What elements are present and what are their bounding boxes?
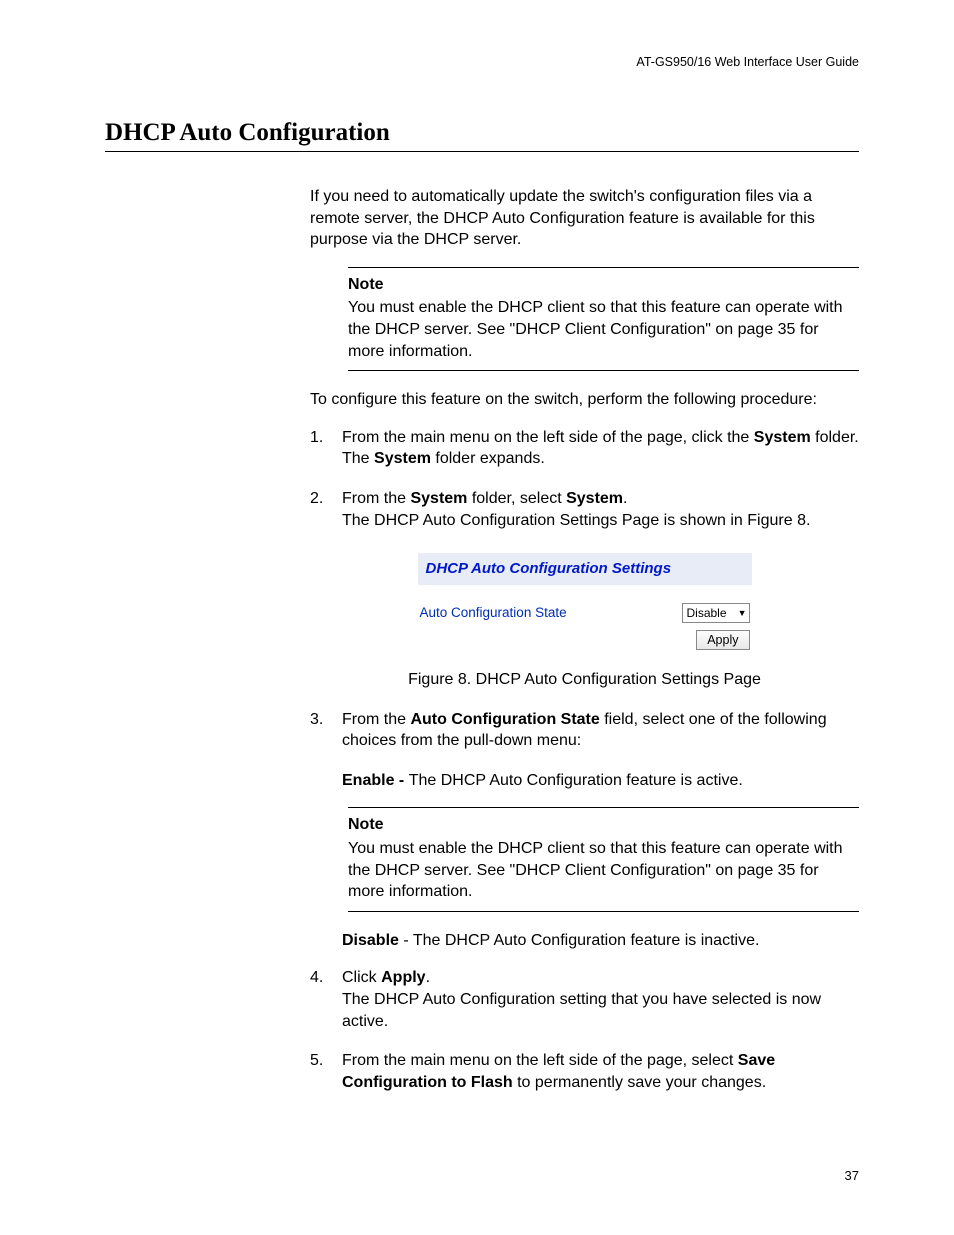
disable-description: Disable - The DHCP Auto Configuration fe… [342, 930, 859, 952]
step-1: 1. From the main menu on the left side o… [310, 427, 859, 470]
settings-panel-title: DHCP Auto Configuration Settings [418, 553, 752, 585]
auto-config-state-dropdown[interactable]: Disable ▼ [682, 603, 750, 623]
step-body: From the main menu on the left side of t… [342, 1050, 859, 1093]
step-number: 4. [310, 967, 342, 1032]
note-label: Note [348, 814, 859, 836]
page-title: DHCP Auto Configuration [105, 119, 859, 152]
step-number: 2. [310, 488, 342, 531]
step-5: 5. From the main menu on the left side o… [310, 1050, 859, 1093]
auto-config-state-label: Auto Configuration State [420, 604, 567, 622]
note-block-2: Note You must enable the DHCP client so … [348, 807, 859, 911]
figure-container: DHCP Auto Configuration Settings Auto Co… [310, 553, 859, 651]
chevron-down-icon: ▼ [738, 607, 747, 619]
step-number: 3. [310, 709, 342, 752]
step-body: From the System folder, select System. T… [342, 488, 859, 531]
note-body: You must enable the DHCP client so that … [348, 297, 859, 362]
dropdown-value: Disable [687, 605, 727, 621]
step-number: 5. [310, 1050, 342, 1093]
step-body: From the Auto Configuration State field,… [342, 709, 859, 752]
step-4: 4. Click Apply. The DHCP Auto Configurat… [310, 967, 859, 1032]
step-body: From the main menu on the left side of t… [342, 427, 859, 470]
procedure-list-cont: 3. From the Auto Configuration State fie… [310, 709, 859, 1094]
intro-paragraph: If you need to automatically update the … [310, 186, 859, 251]
procedure-list: 1. From the main menu on the left side o… [310, 427, 859, 531]
enable-description: Enable - The DHCP Auto Configuration fea… [342, 770, 859, 792]
settings-row: Auto Configuration State Disable ▼ [418, 603, 752, 623]
step-3: 3. From the Auto Configuration State fie… [310, 709, 859, 752]
note-block-1: Note You must enable the DHCP client so … [348, 267, 859, 371]
step-body: Click Apply. The DHCP Auto Configuration… [342, 967, 859, 1032]
note-label: Note [348, 274, 859, 296]
step-2: 2. From the System folder, select System… [310, 488, 859, 531]
apply-button[interactable]: Apply [696, 630, 749, 650]
procedure-intro: To configure this feature on the switch,… [310, 389, 859, 411]
settings-panel: DHCP Auto Configuration Settings Auto Co… [418, 553, 752, 651]
guide-header: AT-GS950/16 Web Interface User Guide [105, 55, 859, 69]
note-body: You must enable the DHCP client so that … [348, 838, 859, 903]
content-column: If you need to automatically update the … [310, 186, 859, 1093]
step-number: 1. [310, 427, 342, 470]
page-number: 37 [845, 1168, 859, 1183]
figure-caption: Figure 8. DHCP Auto Configuration Settin… [310, 669, 859, 691]
